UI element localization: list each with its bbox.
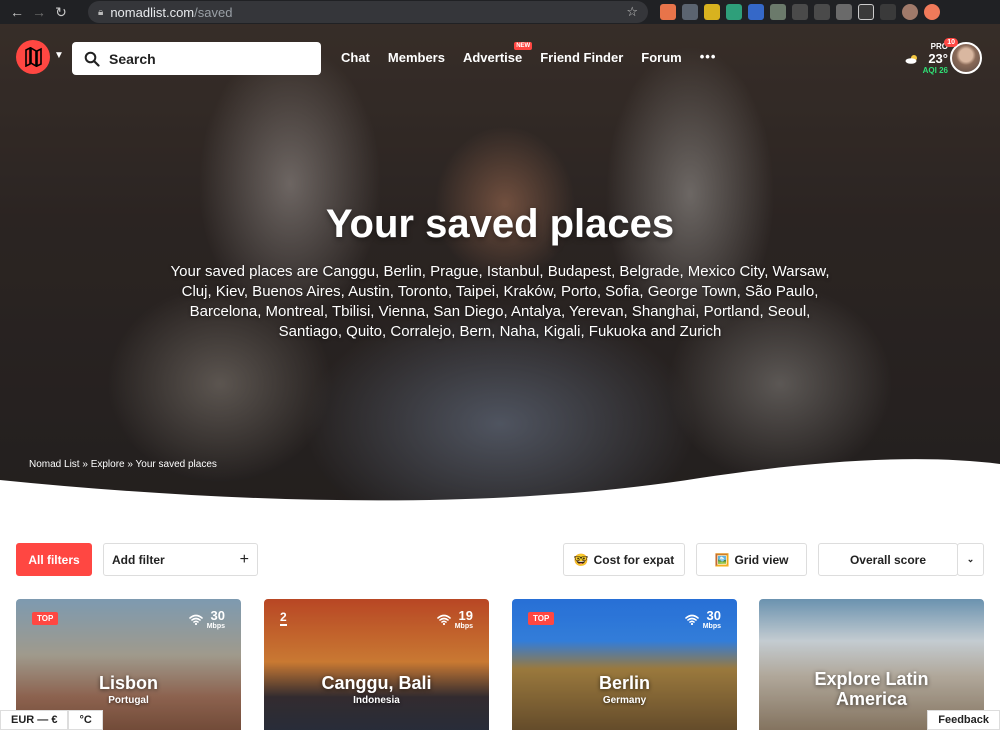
- notification-badge: 10: [944, 38, 958, 47]
- extension-icon[interactable]: [726, 4, 742, 20]
- filter-bar: All filters Add filter + 🤓 Cost for expa…: [0, 543, 1000, 576]
- wifi-icon: [685, 614, 699, 625]
- nav-chat[interactable]: Chat: [341, 50, 370, 65]
- extension-icon[interactable]: [748, 4, 764, 20]
- speed-unit: Mbps: [206, 623, 225, 630]
- chevron-down-icon[interactable]: ⌄: [957, 543, 984, 576]
- browser-toolbar: ← → ↻ 🔒︎ nomadlist.com/saved ☆: [0, 0, 1000, 24]
- internet-speed: 30 Mbps: [702, 608, 721, 631]
- url-domain: nomadlist.com: [110, 4, 195, 20]
- feedback-button[interactable]: Feedback: [927, 710, 1000, 730]
- air-quality-index: AQI 26: [922, 66, 948, 75]
- speed-value: 19: [458, 608, 473, 623]
- more-menu-button[interactable]: •••: [700, 50, 717, 65]
- window-icon[interactable]: [858, 4, 874, 20]
- explore-title: Explore Latin America: [814, 669, 929, 709]
- top-badge: TOP: [528, 612, 555, 625]
- logo-icon: [25, 47, 42, 67]
- nerd-face-icon: 🤓: [573, 552, 589, 567]
- lock-icon: 🔒︎: [98, 6, 104, 18]
- address-bar[interactable]: 🔒︎ nomadlist.com/saved ☆: [88, 1, 648, 23]
- weather-widget[interactable]: PRO 23° AQI 26: [905, 42, 948, 75]
- bookmark-star-icon[interactable]: ☆: [626, 4, 638, 20]
- add-filter-label: Add filter: [112, 552, 165, 567]
- plus-icon: +: [239, 550, 249, 568]
- wifi-icon: [437, 614, 451, 625]
- speed-value: 30: [210, 608, 225, 623]
- back-arrow-icon[interactable]: ←: [6, 0, 28, 24]
- internet-speed: 30 Mbps: [206, 608, 225, 631]
- sort-select[interactable]: Overall score: [818, 543, 958, 576]
- speed-value: 30: [706, 608, 721, 623]
- hero-wave-divider: [0, 459, 1000, 510]
- temperature: 23°: [928, 51, 948, 66]
- extension-icon[interactable]: [836, 4, 852, 20]
- city-grid: TOP 30 Mbps Lisbon Portugal 2 19 Mbps Ca…: [16, 599, 984, 730]
- wifi-icon: [189, 614, 203, 625]
- all-filters-button[interactable]: All filters: [16, 543, 92, 576]
- city-card-berlin[interactable]: TOP 30 Mbps Berlin Germany: [512, 599, 737, 730]
- shield-icon[interactable]: [682, 4, 698, 20]
- city-name: Lisbon: [99, 673, 158, 693]
- cost-label: Cost for expat: [593, 552, 675, 567]
- page-subtitle: Your saved places are Canggu, Berlin, Pr…: [170, 263, 830, 340]
- search-box[interactable]: [72, 42, 321, 75]
- extension-icons: [660, 4, 940, 20]
- search-icon: [84, 51, 100, 67]
- nav-friend-finder[interactable]: Friend Finder: [540, 50, 623, 65]
- add-filter-button[interactable]: Add filter +: [103, 543, 258, 576]
- currency-selector[interactable]: EUR — €: [0, 710, 69, 730]
- temperature-unit-selector[interactable]: °C: [68, 710, 103, 730]
- forward-arrow-icon[interactable]: →: [28, 0, 50, 24]
- framed-picture-icon: 🖼️: [714, 552, 730, 567]
- cloud-sun-icon: [905, 55, 917, 64]
- extension-icon[interactable]: [814, 4, 830, 20]
- cost-for-expat-button[interactable]: 🤓 Cost for expat: [563, 543, 685, 576]
- nav-advertise[interactable]: Advertise NEW: [462, 42, 533, 65]
- country-name: Germany: [602, 695, 647, 706]
- speed-unit: Mbps: [454, 623, 473, 630]
- top-badge: TOP: [32, 612, 59, 625]
- city-card-canggu[interactable]: 2 19 Mbps Canggu, Bali Indonesia: [264, 599, 489, 730]
- city-name: Berlin: [598, 673, 650, 693]
- country-name: Portugal: [108, 695, 149, 706]
- hero-section: ▼ Chat Members AdvertiseNEW Friend Finde…: [0, 24, 1000, 510]
- grid-view-label: Grid view: [734, 552, 789, 567]
- nav-advertise-label: Advertise: [462, 50, 523, 65]
- extension-icon[interactable]: [770, 4, 786, 20]
- url-path: /saved: [194, 4, 233, 20]
- city-name: Canggu, Bali: [321, 673, 432, 693]
- unit-switcher: EUR — € °C: [0, 710, 103, 730]
- page-title: Your saved places: [325, 202, 675, 246]
- pencil-icon[interactable]: [704, 4, 720, 20]
- reload-icon[interactable]: ↻: [50, 0, 72, 24]
- new-badge: NEW: [514, 42, 533, 50]
- chevron-down-icon[interactable]: ▼: [54, 50, 64, 61]
- profile-avatar-icon[interactable]: [902, 4, 918, 20]
- nomadlist-logo[interactable]: [16, 40, 50, 74]
- speed-unit: Mbps: [702, 623, 721, 630]
- puzzle-icon[interactable]: [880, 4, 896, 20]
- grid-view-button[interactable]: 🖼️ Grid view: [696, 543, 807, 576]
- extension-icon[interactable]: [660, 4, 676, 20]
- top-navigation: Chat Members Advertise NEW Friend Finder …: [341, 42, 717, 65]
- info-icon[interactable]: [792, 4, 808, 20]
- country-name: Indonesia: [353, 695, 400, 706]
- nav-forum[interactable]: Forum: [641, 50, 681, 65]
- internet-speed: 19 Mbps: [454, 608, 473, 631]
- nav-members[interactable]: Members: [388, 50, 445, 65]
- extension-icon[interactable]: [924, 4, 940, 20]
- rank-number: 2: [280, 610, 287, 626]
- search-input[interactable]: [109, 50, 309, 67]
